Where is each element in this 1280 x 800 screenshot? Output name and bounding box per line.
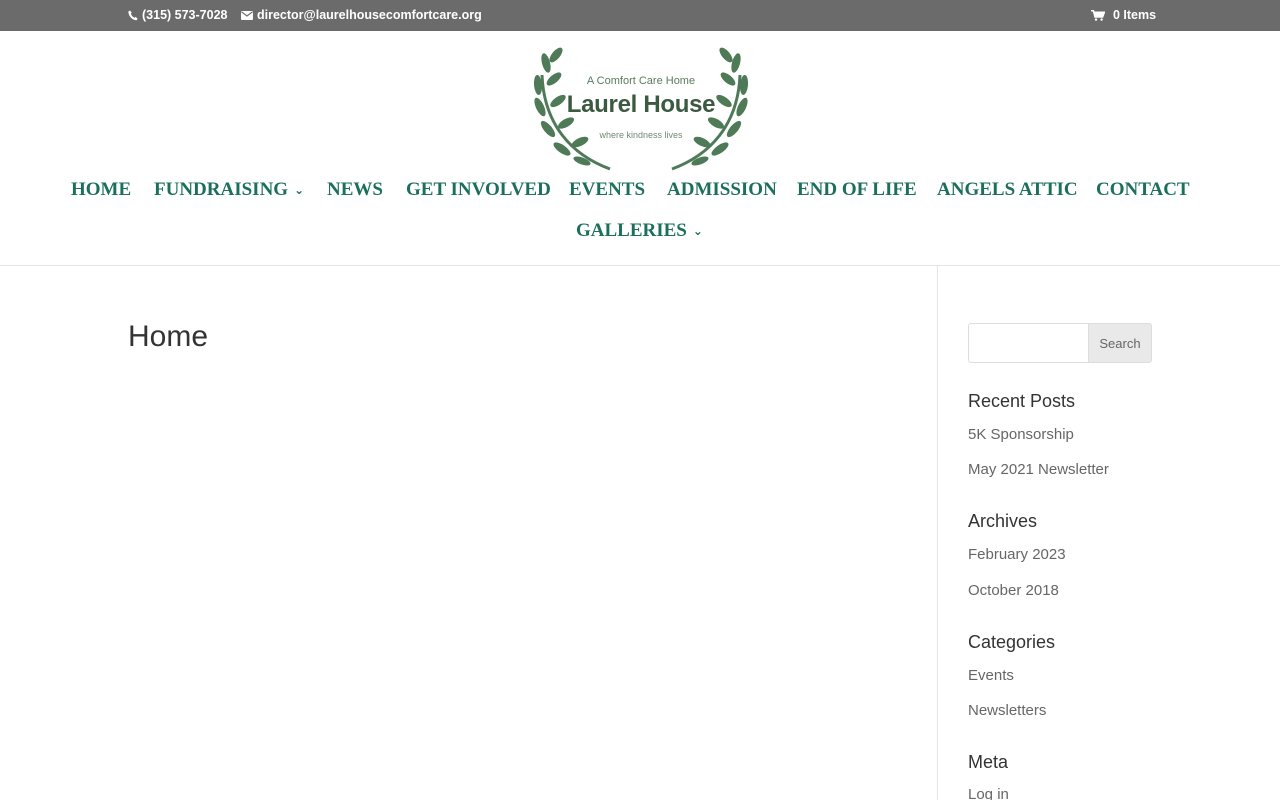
nav-news-label: NEWS <box>327 179 383 200</box>
logo-tagline-bottom: where kindness lives <box>599 130 683 140</box>
email-address: director@laurelhousecomfortcare.org <box>257 8 482 22</box>
chevron-down-icon: ⌄ <box>294 183 305 197</box>
cart-count: 0 Items <box>1113 8 1157 22</box>
nav-get-involved-label: GET INVOLVED <box>406 179 551 200</box>
nav-contact-label: CONTACT <box>1096 179 1190 200</box>
nav-angels-attic-label: ANGELS ATTIC <box>937 179 1078 200</box>
logo-name: Laurel House <box>566 91 716 118</box>
nav-end-of-life[interactable]: END OF LIFE <box>797 179 917 201</box>
page-title: Home <box>128 320 209 353</box>
site-header: A Comfort Care Home Laurel House where k… <box>0 31 1280 266</box>
chevron-down-icon: ⌄ <box>692 224 703 238</box>
search-button[interactable]: Search <box>1088 323 1152 363</box>
recent-post-link[interactable]: 5K Sponsorship <box>968 426 1074 443</box>
category-link[interactable]: Events <box>968 667 1014 684</box>
archive-link[interactable]: October 2018 <box>968 582 1059 599</box>
logo-tagline-top: A Comfort Care Home <box>586 75 696 87</box>
archive-link[interactable]: February 2023 <box>968 546 1066 563</box>
nav-get-involved[interactable]: GET INVOLVED <box>406 179 551 201</box>
sidebar-divider <box>937 266 938 800</box>
recent-post-link[interactable]: May 2021 Newsletter <box>968 461 1109 478</box>
nav-fundraising[interactable]: FUNDRAISING ⌄ <box>154 179 304 201</box>
meta-title: Meta <box>968 752 1009 772</box>
nav-end-of-life-label: END OF LIFE <box>797 179 917 200</box>
nav-admission[interactable]: ADMISSION <box>667 179 777 201</box>
cart-icon <box>1091 9 1105 21</box>
nav-admission-label: ADMISSION <box>667 179 777 200</box>
nav-galleries-label: GALLERIES <box>576 220 687 241</box>
nav-angels-attic[interactable]: ANGELS ATTIC <box>937 179 1078 201</box>
search-input[interactable] <box>968 323 1090 363</box>
nav-events-label: EVENTS <box>569 179 646 200</box>
nav-contact[interactable]: CONTACT <box>1096 179 1190 201</box>
nav-news[interactable]: NEWS <box>327 179 383 201</box>
top-bar: (315) 573-7028 director@laurelhousecomfo… <box>0 0 1280 31</box>
nav-home-label: HOME <box>71 179 132 200</box>
site-logo[interactable]: A Comfort Care Home Laurel House where k… <box>532 45 750 171</box>
phone-link[interactable]: (315) 573-7028 <box>128 8 227 22</box>
email-link[interactable]: director@laurelhousecomfortcare.org <box>241 8 482 22</box>
cart-link[interactable]: 0 Items <box>1091 8 1156 22</box>
category-link[interactable]: Newsletters <box>968 702 1046 719</box>
recent-posts-title: Recent Posts <box>968 391 1076 411</box>
archives-title: Archives <box>968 511 1038 531</box>
nav-galleries[interactable]: GALLERIES ⌄ <box>576 220 703 242</box>
categories-title: Categories <box>968 632 1056 652</box>
nav-fundraising-label: FUNDRAISING <box>154 179 289 200</box>
phone-number: (315) 573-7028 <box>142 8 228 22</box>
nav-events[interactable]: EVENTS <box>569 179 645 201</box>
nav-home[interactable]: HOME <box>71 179 131 201</box>
phone-icon <box>128 10 138 20</box>
meta-login-link[interactable]: Log in <box>968 786 1009 800</box>
envelope-icon <box>241 10 253 20</box>
